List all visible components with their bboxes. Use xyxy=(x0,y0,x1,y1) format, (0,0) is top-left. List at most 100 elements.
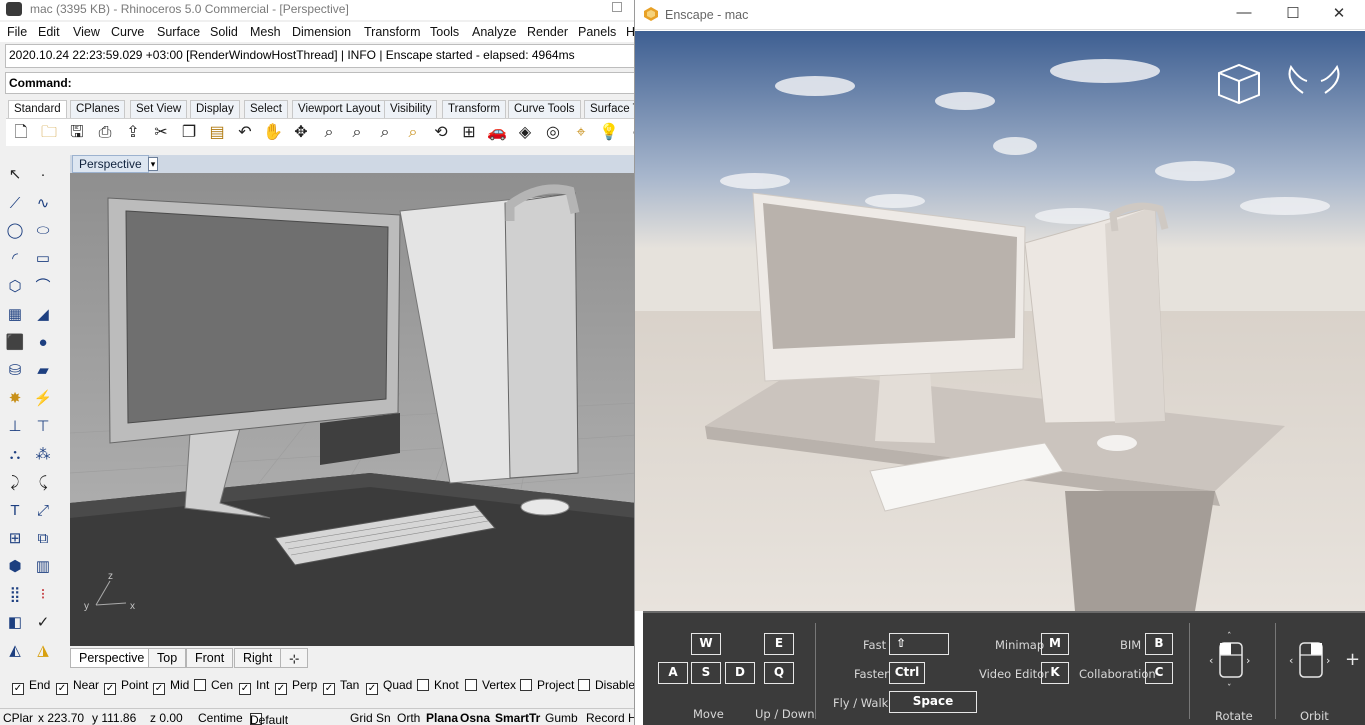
rotate-view-icon[interactable]: ✥ xyxy=(290,123,312,143)
car-icon[interactable]: 🚗 xyxy=(486,123,508,143)
osnap-vertex[interactable]: Vertex xyxy=(465,678,516,692)
osnap-icon[interactable]: ⌖ xyxy=(570,123,592,143)
rectangle-icon[interactable]: ▭ xyxy=(31,248,55,270)
material-icon[interactable]: ◮ xyxy=(31,640,55,662)
zoom-icon[interactable]: ⌕ xyxy=(318,123,340,143)
osnap-point[interactable]: ✓ Point xyxy=(104,678,148,695)
tab-select[interactable]: Select xyxy=(244,100,288,118)
menu-edit[interactable]: Edit xyxy=(38,25,60,39)
select-arrow-icon[interactable]: ↖ xyxy=(3,164,27,186)
curve-icon[interactable]: ∿ xyxy=(31,193,55,215)
enscape-titlebar[interactable]: Enscape - mac — ☐ ✕ xyxy=(635,0,1365,30)
menu-render[interactable]: Render xyxy=(527,25,568,39)
status-ortho[interactable]: Orth xyxy=(397,711,420,725)
loft-icon[interactable]: ◢ xyxy=(31,304,55,326)
menu-file[interactable]: File xyxy=(7,25,27,39)
mirror-icon[interactable]: ⧉ xyxy=(31,528,55,550)
arc-icon[interactable]: ◜ xyxy=(3,248,27,270)
ellipse-icon[interactable]: ⬭ xyxy=(31,220,55,242)
maximize-icon[interactable]: ☐ xyxy=(1281,4,1305,26)
tab-front[interactable]: Front xyxy=(186,648,234,668)
group-icon[interactable]: ⛬ xyxy=(3,444,27,466)
enscape-render-view[interactable] xyxy=(635,31,1365,611)
hatch-icon[interactable]: ▥ xyxy=(31,556,55,578)
tab-set-view[interactable]: Set View xyxy=(130,100,188,118)
tab-viewport-layout[interactable]: Viewport Layout xyxy=(292,100,387,118)
checkbox-unchecked-icon[interactable] xyxy=(520,679,532,691)
light-icon[interactable]: 💡 xyxy=(598,123,620,143)
trim-icon[interactable]: ⊥ xyxy=(3,416,27,438)
command-prompt[interactable]: Command: xyxy=(5,72,636,94)
checkbox-unchecked-icon[interactable] xyxy=(194,679,206,691)
zoom-extents-icon[interactable]: ⌕ xyxy=(374,123,396,143)
tab-right[interactable]: Right xyxy=(234,648,282,668)
checkbox-unchecked-icon[interactable] xyxy=(465,679,477,691)
target-icon[interactable]: ◎ xyxy=(542,123,564,143)
rhino-titlebar[interactable]: mac (3395 KB) - Rhinoceros 5.0 Commercia… xyxy=(0,0,636,20)
checkbox-checked-icon[interactable]: ✓ xyxy=(323,683,335,695)
tab-standard[interactable]: Standard xyxy=(8,100,67,118)
osnap-disable[interactable]: Disable xyxy=(578,678,635,692)
tab-surface-tools[interactable]: Surface T xyxy=(584,100,636,118)
menu-tools[interactable]: Tools xyxy=(430,25,459,39)
array-icon[interactable]: ⊞ xyxy=(3,528,27,550)
checkbox-checked-icon[interactable]: ✓ xyxy=(239,683,251,695)
checkbox-unchecked-icon[interactable] xyxy=(578,679,590,691)
mesh-icon[interactable]: ◈ xyxy=(514,123,536,143)
zoom-window-icon[interactable]: ⌕ xyxy=(346,123,368,143)
menu-analyze[interactable]: Analyze xyxy=(472,25,516,39)
checkbox-checked-icon[interactable]: ✓ xyxy=(366,683,378,695)
mesh-plane-icon[interactable]: ▰ xyxy=(31,360,55,382)
status-record-history[interactable]: Record H xyxy=(586,711,636,725)
menu-panels[interactable]: Panels xyxy=(578,25,616,39)
close-icon[interactable]: ✕ xyxy=(1327,4,1351,26)
menu-mesh[interactable]: Mesh xyxy=(250,25,281,39)
check-icon[interactable]: ✓ xyxy=(31,612,55,634)
osnap-tan[interactable]: ✓ Tan xyxy=(323,678,359,695)
perspective-viewport[interactable]: y x z xyxy=(70,173,636,646)
checkbox-checked-icon[interactable]: ✓ xyxy=(56,683,68,695)
osnap-cen[interactable]: Cen xyxy=(194,678,233,692)
osnap-near[interactable]: ✓ Near xyxy=(56,678,99,695)
minimize-icon[interactable]: — xyxy=(1232,4,1256,26)
tab-cplanes[interactable]: CPlanes xyxy=(70,100,126,118)
four-viewports-icon[interactable]: ⊞ xyxy=(458,123,480,143)
status-planar[interactable]: Plana xyxy=(426,711,458,725)
cut-icon[interactable]: ✂ xyxy=(150,123,172,143)
polyline-icon[interactable]: ⟋ xyxy=(3,193,27,215)
chevron-down-icon[interactable]: ▾ xyxy=(148,157,158,171)
boolean-icon[interactable]: ⚡ xyxy=(31,388,55,410)
tab-curve-tools[interactable]: Curve Tools xyxy=(508,100,581,118)
osnap-perp[interactable]: ✓ Perp xyxy=(275,678,317,695)
fillet-icon[interactable]: ⌒ xyxy=(31,276,55,298)
osnap-end[interactable]: ✓ End xyxy=(12,678,50,695)
zoom-selected-icon[interactable]: ⌕ xyxy=(402,123,424,143)
explode-icon[interactable]: ✸ xyxy=(3,388,27,410)
text-icon[interactable]: T xyxy=(3,500,27,522)
status-grid-snap[interactable]: Grid Sn xyxy=(350,711,391,725)
status-osnap[interactable]: Osna xyxy=(460,711,490,725)
tab-display[interactable]: Display xyxy=(190,100,240,118)
sphere-icon[interactable]: ● xyxy=(31,332,55,354)
point-icon[interactable]: · xyxy=(31,164,55,186)
menu-view[interactable]: View xyxy=(73,25,100,39)
rotate3d-icon[interactable]: ⤸ xyxy=(3,472,27,494)
checkbox-unchecked-icon[interactable] xyxy=(417,679,429,691)
undo-icon[interactable]: ↶ xyxy=(234,123,256,143)
checkbox-checked-icon[interactable]: ✓ xyxy=(104,683,116,695)
layer-icon[interactable]: ⁝ xyxy=(31,584,55,606)
copy-icon[interactable]: ❐ xyxy=(178,123,200,143)
polygon-icon[interactable]: ⬡ xyxy=(3,276,27,298)
save-icon[interactable]: 🖫 xyxy=(66,123,88,143)
osnap-project[interactable]: Project xyxy=(520,678,574,692)
tab-transform[interactable]: Transform xyxy=(442,100,506,118)
import-icon[interactable]: ⇪ xyxy=(122,123,144,143)
menu-curve[interactable]: Curve xyxy=(111,25,144,39)
ungroup-icon[interactable]: ⁂ xyxy=(31,444,55,466)
status-smarttrack[interactable]: SmartTr xyxy=(495,711,540,725)
menu-solid[interactable]: Solid xyxy=(210,25,238,39)
expand-plus-icon[interactable]: + xyxy=(1345,649,1360,670)
rotate-icon[interactable]: ⟲ xyxy=(430,123,452,143)
command-history[interactable]: 2020.10.24 22:23:59.029 +03:00 [RenderWi… xyxy=(5,44,636,68)
open-icon[interactable]: 🗀 xyxy=(38,123,60,143)
